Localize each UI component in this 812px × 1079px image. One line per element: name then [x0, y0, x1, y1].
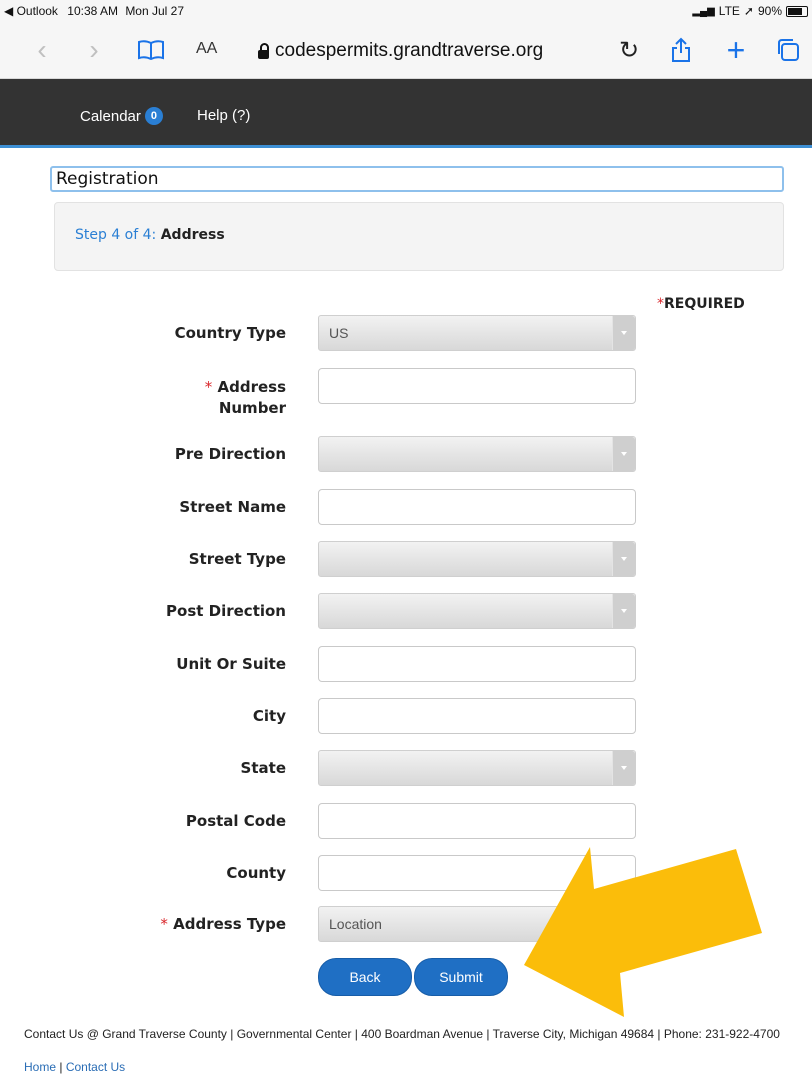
city-label: City [252, 707, 286, 725]
status-bar: ◀ Outlook 10:38 AM Mon Jul 27 ▂▄▆ LTE ➚ … [0, 0, 812, 22]
new-tab-icon[interactable]: + [722, 30, 750, 70]
network-label: LTE [718, 4, 740, 18]
required-label: REQUIRED [664, 296, 745, 312]
bookmarks-icon[interactable] [136, 30, 166, 70]
lock-icon [258, 42, 269, 59]
unit-or-suite-input[interactable] [318, 646, 636, 682]
tabs-icon[interactable] [774, 30, 802, 70]
submit-button[interactable]: Submit [414, 958, 508, 996]
address-number-label: * Address Number [204, 378, 286, 417]
footer-contact: Contact Us @ Grand Traverse County | Gov… [24, 1027, 780, 1041]
pre-direction-label: Pre Direction [174, 445, 286, 463]
address-type-label: * Address Type [160, 915, 286, 933]
forward-chevron-icon[interactable]: › [82, 30, 106, 70]
street-name-label: Street Name [179, 498, 286, 516]
reload-icon[interactable]: ↻ [616, 30, 642, 70]
pre-direction-select[interactable] [318, 436, 636, 472]
url-text: codespermits.grandtraverse.org [275, 40, 544, 61]
status-time: 10:38 AM [67, 4, 118, 18]
country-type-value: US [329, 325, 349, 341]
chevron-down-icon [612, 437, 635, 471]
help-link[interactable]: Help (?) [197, 107, 250, 124]
share-icon[interactable] [668, 30, 694, 70]
step-title: Address [160, 227, 225, 243]
calendar-label: Calendar [80, 107, 141, 125]
annotation-arrow-icon [524, 847, 762, 1017]
signal-icon: ▂▄▆ [692, 5, 715, 17]
footer-separator: | [59, 1060, 63, 1074]
chevron-down-icon [612, 594, 635, 628]
street-type-label: Street Type [188, 550, 286, 568]
state-label: State [240, 759, 286, 777]
page-title: Registration [50, 166, 784, 192]
required-star: * [657, 296, 664, 312]
step-indicator: Step 4 of 4: Address [54, 202, 784, 271]
postal-code-input[interactable] [318, 803, 636, 839]
browser-toolbar: ‹ › AA codespermits.grandtraverse.org ↻ … [0, 22, 812, 79]
street-type-select[interactable] [318, 541, 636, 577]
address-bar[interactable]: codespermits.grandtraverse.org [258, 40, 543, 62]
post-direction-label: Post Direction [166, 602, 286, 620]
calendar-count-badge: 0 [144, 107, 163, 125]
required-star: * [204, 378, 213, 396]
location-icon: ➚ [743, 4, 754, 18]
back-button[interactable]: Back [318, 958, 412, 996]
home-link[interactable]: Home [24, 1060, 56, 1074]
chevron-down-icon [612, 751, 635, 785]
postal-code-label: Postal Code [185, 812, 286, 830]
country-type-select[interactable]: US [318, 315, 636, 351]
required-note: *REQUIRED [657, 296, 745, 312]
street-name-input[interactable] [318, 489, 636, 525]
address-number-input[interactable] [318, 368, 636, 404]
text-size-button[interactable]: AA [196, 40, 217, 58]
city-input[interactable] [318, 698, 636, 734]
battery-icon [786, 5, 808, 17]
unit-or-suite-label: Unit Or Suite [176, 655, 286, 673]
back-chevron-icon[interactable]: ‹ [30, 30, 54, 70]
status-date: Mon Jul 27 [125, 4, 185, 18]
calendar-link[interactable]: Calendar 0 [80, 107, 163, 125]
country-type-label: Country Type [174, 324, 286, 342]
chevron-down-icon [612, 542, 635, 576]
battery-percent: 90% [757, 4, 782, 18]
state-select[interactable] [318, 750, 636, 786]
required-star: * [160, 915, 168, 933]
post-direction-select[interactable] [318, 593, 636, 629]
contact-us-link[interactable]: Contact Us [66, 1060, 125, 1074]
address-type-value: Location [329, 916, 382, 932]
help-label: Help (?) [197, 107, 251, 124]
step-number: Step 4 of 4: [75, 227, 157, 243]
county-label: County [226, 864, 286, 882]
footer-links: Home | Contact Us [24, 1060, 125, 1074]
back-to-app-link[interactable]: ◀ Outlook [4, 4, 58, 18]
site-nav: Calendar 0 Help (?) [0, 79, 812, 148]
chevron-down-icon [612, 316, 635, 350]
